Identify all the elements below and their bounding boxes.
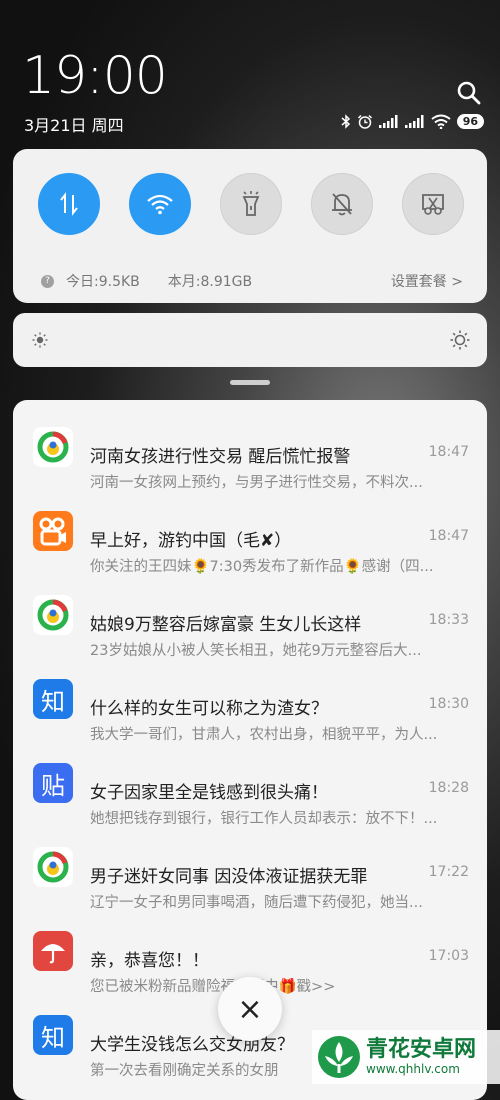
- watermark-url: www.qhhlv.com: [366, 1062, 460, 1076]
- notification-title: 什么样的女生可以称之为渣女？: [90, 699, 328, 719]
- notification-time: 17:03: [428, 948, 469, 964]
- today-usage: 今日:9.5KB: [66, 274, 140, 290]
- tencent-news-icon: [33, 595, 73, 635]
- notification-item[interactable]: 早上好，游钓中国（毛✘） 18:47 你关注的王四妹🌻7:30秀发布了新作品🌻感…: [13, 496, 487, 580]
- notification-item[interactable]: 知 什么样的女生可以称之为渣女？ 18:30 我大学一哥们，甘肃人，农村出身，相…: [13, 664, 487, 748]
- scissors-icon: [422, 194, 444, 215]
- signal-icon: [378, 115, 398, 128]
- set-plan-link[interactable]: 设置套餐 >: [391, 271, 463, 291]
- tencent-news-icon: [33, 847, 73, 887]
- notification-body: 你关注的王四妹🌻7:30秀发布了新作品🌻感谢（四...: [90, 559, 434, 575]
- data-usage-row: ? 今日:9.5KB 本月:8.91GB 设置套餐 >: [41, 271, 463, 291]
- notification-title: 姑娘9万整容后嫁富豪 生女儿长这样: [90, 615, 362, 635]
- flashlight-toggle[interactable]: [220, 173, 282, 235]
- brightness-slider[interactable]: [13, 313, 487, 367]
- watermark-logo-icon: [318, 1036, 360, 1078]
- quick-settings-tiles: [38, 173, 464, 235]
- status-icons: 96: [341, 114, 484, 129]
- notification-item[interactable]: 男子迷奸女同事 因没体液证据获无罪 17:22 辽宁一女子和男同事喝酒，随后遭下…: [13, 832, 487, 916]
- notification-time: 18:30: [428, 696, 469, 712]
- notification-time: 18:28: [428, 780, 469, 796]
- zhihu-icon: 知: [33, 1015, 73, 1055]
- month-usage: 本月:8.91GB: [167, 274, 253, 290]
- notification-time: 18:33: [428, 612, 469, 628]
- tencent-news-icon: [33, 427, 73, 467]
- mobile-data-toggle[interactable]: [38, 173, 100, 235]
- bell-off-icon: [332, 193, 352, 216]
- clear-all-button[interactable]: ×: [218, 977, 282, 1041]
- notification-body: 河南一女孩网上预约，与男子进行性交易，不料次...: [90, 475, 423, 491]
- signal-icon-2: [404, 115, 424, 128]
- alarm-icon: [357, 114, 372, 129]
- notification-body: 她想把钱存到银行，银行工作人员却表示：放不下！...: [90, 811, 438, 827]
- notification-body: 我大学一哥们，甘肃人，农村出身，相貌平平，为人...: [90, 727, 438, 743]
- bluetooth-icon: [341, 114, 350, 129]
- notification-item[interactable]: 姑娘9万整容后嫁富豪 生女儿长这样 18:33 23岁姑娘从小被人笑长相丑，她花…: [13, 580, 487, 664]
- mute-toggle[interactable]: [311, 173, 373, 235]
- watermark-title: 青花安卓网: [366, 1037, 477, 1062]
- notification-body: 辽宁一女子和男同事喝酒，随后遭下药侵犯，她当...: [90, 895, 423, 911]
- notification-title: 河南女孩进行性交易 醒后慌忙报警: [90, 447, 351, 467]
- notification-item[interactable]: 河南女孩进行性交易 醒后慌忙报警 18:47 河南一女孩网上预约，与男子进行性交…: [13, 412, 487, 496]
- data-transfer-icon: [60, 192, 78, 216]
- notification-time: 17:22: [428, 864, 469, 880]
- clock: 19:00: [22, 46, 168, 106]
- notification-title: 早上好，游钓中国（毛✘）: [90, 531, 292, 551]
- wifi-icon: [147, 194, 173, 215]
- wifi-status-icon: [431, 114, 451, 129]
- tieba-icon: 贴: [33, 763, 73, 803]
- info-icon: ?: [41, 274, 54, 288]
- brightness-low-icon: [32, 332, 48, 348]
- notification-title: 男子迷奸女同事 因没体液证据获无罪: [90, 867, 368, 887]
- screenshot-toggle[interactable]: [402, 173, 464, 235]
- flashlight-icon: [242, 191, 260, 216]
- search-icon[interactable]: [456, 80, 482, 106]
- kuaishou-icon: [33, 511, 73, 551]
- notification-item[interactable]: 贴 女子因家里全是钱感到很头痛！ 18:28 她想把钱存到银行，银行工作人员却表…: [13, 748, 487, 832]
- quick-settings-panel: ? 今日:9.5KB 本月:8.91GB 设置套餐 >: [13, 149, 487, 303]
- notification-title: 亲，恭喜您！！: [90, 951, 209, 971]
- watermark: 青花安卓网 www.qhhlv.com: [312, 1030, 500, 1084]
- notification-body: 23岁姑娘从小被人笑长相丑，她花9万元整容后大...: [90, 643, 422, 659]
- date-label: 3月21日 周四: [24, 116, 124, 135]
- zhihu-icon: 知: [33, 679, 73, 719]
- panel-drag-handle[interactable]: [230, 380, 270, 385]
- wifi-toggle[interactable]: [129, 173, 191, 235]
- battery-indicator: 96: [456, 114, 484, 129]
- notification-title: 女子因家里全是钱感到很头痛！: [90, 783, 328, 803]
- notification-time: 18:47: [428, 528, 469, 544]
- notification-time: 18:47: [428, 444, 469, 460]
- brightness-high-icon: [450, 330, 470, 350]
- notification-body: 您已被米粉新品赠险福利砸中🎁戳>>: [90, 979, 336, 995]
- umbrella-icon: [33, 931, 73, 971]
